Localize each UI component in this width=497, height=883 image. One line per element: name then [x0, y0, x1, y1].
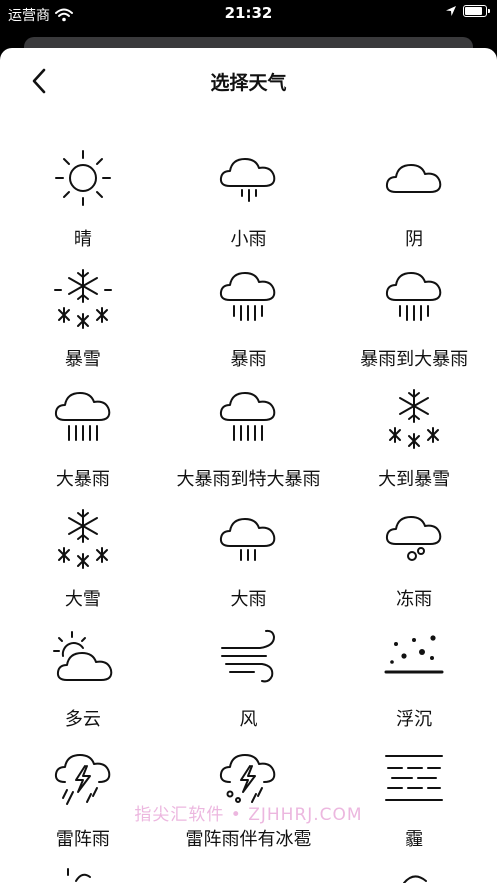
weather-label: 大暴雨到特大暴雨 [176, 469, 321, 490]
snow-icon [57, 509, 108, 569]
sun-icon [54, 150, 111, 206]
weather-label: 多云 [64, 709, 101, 730]
partial-weather-icon [67, 868, 91, 882]
weather-label: 大雨 [230, 589, 267, 610]
status-bar: 运营商 21:32 [0, 0, 497, 30]
weather-item-heavy-to-severe-rainstorm[interactable]: 大暴雨到特大暴雨 [166, 383, 332, 503]
weather-item-freezing-rain[interactable]: 冻雨 [331, 503, 497, 623]
weather-label: 晴 [73, 229, 92, 250]
weather-item-floating-dust[interactable]: 浮沉 [331, 623, 497, 743]
weather-label: 大到暴雪 [378, 469, 451, 490]
rainstorm-to-heavy-rainstorm-icon [386, 272, 442, 321]
clock: 21:32 [224, 4, 273, 22]
light-rain-icon [220, 158, 276, 202]
location-arrow-icon [446, 6, 456, 16]
weather-item-heavy-snow[interactable]: 大雪 [0, 503, 166, 623]
weather-grid: 晴 小雨 阴 暴雪 暴雨 暴雨到大暴雨 大暴雨 大暴雨到特大暴雨 大到暴雪 大雪… [0, 143, 497, 863]
freezing-rain-icon [386, 516, 442, 561]
weather-label: 浮沉 [396, 709, 433, 730]
nav-bar: 选择天气 [0, 48, 497, 114]
weather-item-light-rain[interactable]: 小雨 [166, 143, 332, 263]
weather-item-rainstorm-to-heavy[interactable]: 暴雨到大暴雨 [331, 263, 497, 383]
weather-label: 暴雪 [64, 349, 101, 370]
weather-item-heavy-rain[interactable]: 大雨 [166, 503, 332, 623]
floating-dust-icon [384, 635, 444, 674]
weather-label: 小雨 [230, 229, 267, 250]
heavy-to-severe-rainstorm-icon [220, 392, 276, 441]
weather-label: 风 [239, 709, 258, 730]
weather-picker-sheet: 选择天气 晴 小雨 阴 暴雪 暴雨 暴雨到大暴雨 大暴雨 大暴雨到特大暴雨 大到… [0, 48, 497, 883]
battery-icon [463, 5, 490, 17]
partial-weather-icon [403, 875, 427, 883]
page-title: 选择天气 [210, 72, 287, 94]
watermark: 指尖汇软件 • ZJHHRJ.COM [134, 805, 363, 825]
weather-label: 大雪 [64, 589, 101, 610]
weather-label: 阴 [405, 229, 424, 250]
weather-label: 大暴雨 [55, 469, 110, 490]
weather-item-overcast[interactable]: 阴 [331, 143, 497, 263]
weather-label: 暴雨 [230, 349, 267, 370]
weather-label: 霾 [405, 829, 424, 850]
wind-icon [221, 629, 276, 683]
status-right [445, 5, 490, 17]
partly-cloudy-icon [52, 631, 113, 681]
weather-item-wind[interactable]: 风 [166, 623, 332, 743]
weather-label: 雷阵雨伴有冰雹 [185, 829, 312, 850]
weather-item-heavy-to-snowstorm[interactable]: 大到暴雪 [331, 383, 497, 503]
weather-item-sunny[interactable]: 晴 [0, 143, 166, 263]
rainstorm-icon [220, 272, 276, 321]
weather-label: 冻雨 [396, 589, 433, 610]
heavy-rainstorm-icon [54, 392, 111, 441]
weather-item-cloudy[interactable]: 多云 [0, 623, 166, 743]
weather-item-rainstorm[interactable]: 暴雨 [166, 263, 332, 383]
heavy-snow-icon [53, 269, 112, 329]
weather-item-snowstorm[interactable]: 暴雪 [0, 263, 166, 383]
weather-item-heavy-rainstorm[interactable]: 大暴雨 [0, 383, 166, 503]
heavy-rain-icon [220, 518, 276, 561]
cloud-icon [386, 164, 442, 193]
heavy-to-snowstorm-icon [389, 389, 440, 449]
weather-label: 暴雨到大暴雨 [360, 349, 469, 370]
weather-label: 雷阵雨 [55, 829, 110, 850]
